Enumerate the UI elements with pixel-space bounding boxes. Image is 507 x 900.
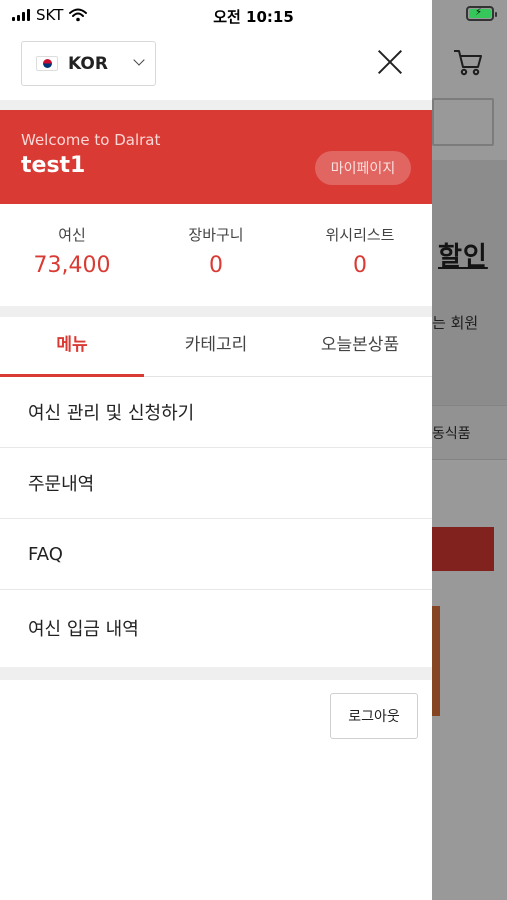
status-time: 오전 10:15: [213, 8, 294, 26]
menu-item-credit-manage[interactable]: 여신 관리 및 신청하기: [0, 377, 432, 448]
stat-value: 73,400: [33, 253, 111, 278]
stat-wishlist[interactable]: 위시리스트 0: [288, 204, 432, 306]
logout-button[interactable]: 로그아웃: [330, 693, 418, 739]
stat-cart[interactable]: 장바구니 0: [144, 204, 288, 306]
language-select[interactable]: KOR: [21, 41, 156, 86]
drawer-tabs: 메뉴 카테고리 오늘본상품: [0, 317, 432, 377]
username: test1: [21, 153, 86, 178]
welcome-text: Welcome to Dalrat: [21, 131, 161, 149]
tab-menu[interactable]: 메뉴: [0, 317, 144, 377]
divider: [0, 667, 432, 680]
stat-label: 위시리스트: [325, 226, 395, 244]
close-icon[interactable]: [376, 48, 404, 76]
language-value: KOR: [68, 53, 108, 74]
menu-list: 여신 관리 및 신청하기 주문내역 FAQ 여신 입금 내역: [0, 377, 432, 666]
charging-icon: ⚡: [475, 7, 483, 18]
tab-category[interactable]: 카테고리: [144, 317, 288, 376]
chevron-down-icon: [133, 54, 145, 66]
side-drawer: KOR Welcome to Dalrat test1 마이페이지 여신 73,…: [0, 0, 432, 900]
drawer-topbar: KOR: [0, 30, 432, 100]
status-bar: SKT 오전 10:15 ⚡: [0, 0, 507, 30]
stat-label: 장바구니: [188, 226, 244, 244]
menu-item-credit-deposits[interactable]: 여신 입금 내역: [0, 590, 432, 666]
profile-banner: Welcome to Dalrat test1 마이페이지: [0, 110, 432, 204]
stat-value: 0: [353, 253, 367, 278]
menu-item-orders[interactable]: 주문내역: [0, 448, 432, 519]
tab-recently-viewed[interactable]: 오늘본상품: [288, 317, 432, 376]
battery-icon: ⚡: [466, 6, 497, 21]
menu-item-faq[interactable]: FAQ: [0, 519, 432, 590]
korea-flag-icon: [36, 56, 58, 71]
stat-label: 여신: [58, 226, 86, 244]
divider: [0, 306, 432, 317]
stats-row: 여신 73,400 장바구니 0 위시리스트 0: [0, 204, 432, 306]
mypage-button[interactable]: 마이페이지: [315, 151, 411, 185]
divider: [0, 100, 432, 110]
stat-value: 0: [209, 253, 223, 278]
stat-credit[interactable]: 여신 73,400: [0, 204, 144, 306]
